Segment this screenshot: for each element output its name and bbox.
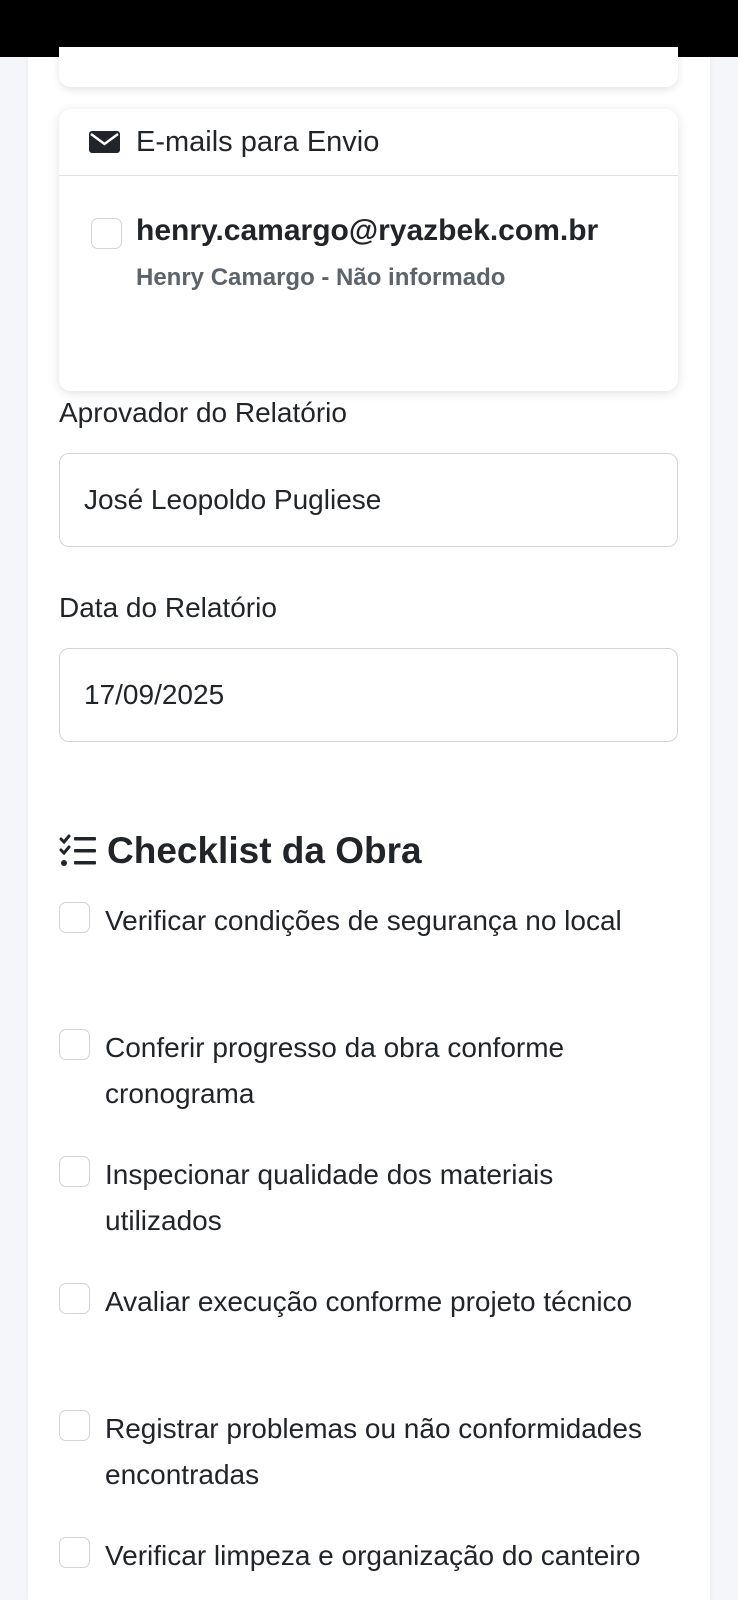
- checklist-title: Checklist da Obra: [107, 830, 422, 871]
- approver-field[interactable]: José Leopoldo Pugliese: [59, 453, 678, 547]
- checklist-checkbox[interactable]: [59, 1537, 90, 1568]
- checklist-item-label[interactable]: Avaliar execução conforme projeto técnic…: [105, 1279, 645, 1325]
- approver-label: Aprovador do Relatório: [59, 397, 347, 428]
- envelope-icon: [89, 131, 120, 153]
- checklist-item-label[interactable]: Verificar limpeza e organização do cante…: [105, 1533, 645, 1579]
- checklist-item-label[interactable]: Inspecionar qualidade dos materiais util…: [105, 1152, 645, 1244]
- checklist-checkbox[interactable]: [59, 1029, 90, 1060]
- checklist-item-label[interactable]: Verificar condições de segurança no loca…: [105, 898, 645, 944]
- email-address: henry.camargo@ryazbek.com.br: [136, 214, 599, 247]
- emails-card-header: E-mails para Envio: [59, 109, 678, 176]
- form-container: E-mails para Envio henry.camargo@ryazbek…: [28, 47, 710, 1600]
- list-check-icon: [59, 834, 96, 866]
- checklist-checkbox[interactable]: [59, 1156, 90, 1187]
- emails-card-title: E-mails para Envio: [136, 125, 380, 158]
- checklist-checkbox[interactable]: [59, 902, 90, 933]
- report-date-field[interactable]: 17/09/2025: [59, 648, 678, 742]
- report-date-label: Data do Relatório: [59, 592, 277, 623]
- checklist-checkbox[interactable]: [59, 1283, 90, 1314]
- emails-card: E-mails para Envio henry.camargo@ryazbek…: [59, 109, 678, 391]
- email-recipient-info: Henry Camargo - Não informado: [136, 264, 506, 291]
- checklist-checkbox[interactable]: [59, 1410, 90, 1441]
- previous-card: [59, 47, 678, 87]
- email-checkbox[interactable]: [91, 218, 122, 249]
- checklist-item-label[interactable]: Conferir progresso da obra conforme cron…: [105, 1025, 645, 1117]
- checklist-item-label[interactable]: Registrar problemas ou não conformidades…: [105, 1406, 645, 1498]
- checklist-header: Checklist da Obra: [59, 830, 422, 872]
